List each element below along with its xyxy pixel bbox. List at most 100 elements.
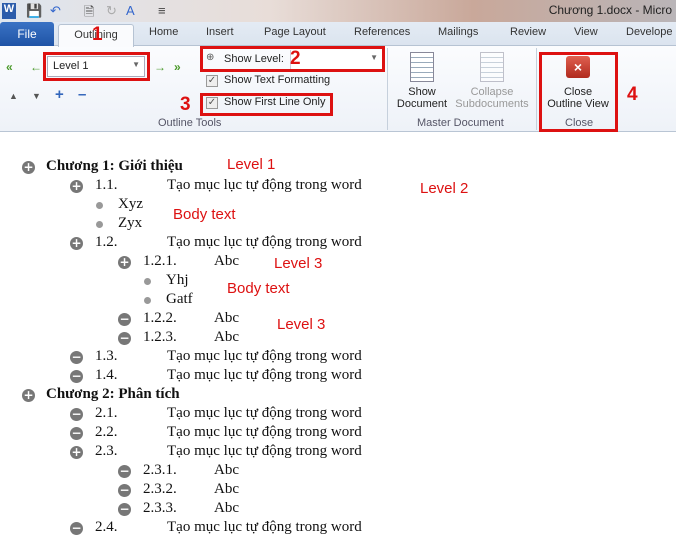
heading-text: Abc bbox=[214, 500, 239, 516]
heading-text: Chương 1: Giới thiệu bbox=[46, 158, 183, 174]
collapse-minus-icon[interactable]: − bbox=[70, 427, 83, 440]
heading-text: Tạo mục lục tự động trong word bbox=[167, 443, 362, 459]
show-document-label: Show bbox=[408, 86, 436, 98]
close-outline-view-button[interactable]: × Close Outline View bbox=[541, 56, 615, 110]
show-first-line-only-checkbox[interactable]: ✓ bbox=[206, 97, 218, 109]
collapse-minus-icon[interactable]: − bbox=[118, 465, 131, 478]
show-level-field[interactable]: ▼ bbox=[290, 50, 382, 70]
collapse-subdocuments-button[interactable]: Collapse Subdocuments bbox=[452, 52, 532, 110]
outline-tools-group-label: Outline Tools bbox=[158, 117, 222, 129]
close-label: Close bbox=[563, 86, 593, 98]
heading-item[interactable]: −1.2.2. Abc bbox=[0, 310, 676, 329]
collapse-minus-icon[interactable]: − bbox=[70, 408, 83, 421]
show-level-label: Show Level: bbox=[224, 53, 284, 65]
annotation-label: Level 3 bbox=[277, 316, 326, 333]
expand-plus-icon[interactable]: + bbox=[22, 161, 35, 174]
save-icon[interactable]: 💾 bbox=[26, 3, 42, 19]
undo-icon[interactable]: ↶ bbox=[50, 3, 61, 19]
bullet-icon[interactable] bbox=[96, 221, 103, 228]
heading-number: 1.2.3. bbox=[143, 329, 177, 345]
annotation-label: Body text bbox=[173, 206, 236, 223]
font-color-icon[interactable]: A bbox=[126, 3, 135, 19]
show-first-line-only-label: Show First Line Only bbox=[224, 96, 326, 108]
show-text-formatting-label: Show Text Formatting bbox=[224, 74, 331, 86]
collapse-minus-icon[interactable]: − bbox=[118, 313, 131, 326]
heading-item[interactable]: + Chương 1: Giới thiệu bbox=[0, 158, 676, 177]
show-document-button[interactable]: Show Document bbox=[393, 52, 451, 110]
heading-item[interactable]: −2.3.3. Abc bbox=[0, 500, 676, 519]
tab-review[interactable]: Review bbox=[510, 26, 546, 38]
heading-item[interactable]: +2.3. Tạo mục lục tự động trong word bbox=[0, 443, 676, 462]
heading-item[interactable]: −2.1. Tạo mục lục tự động trong word bbox=[0, 405, 676, 424]
bullet-icon[interactable] bbox=[144, 297, 151, 304]
heading-item[interactable]: −1.3. Tạo mục lục tự động trong word bbox=[0, 348, 676, 367]
promote-icon[interactable]: ← bbox=[30, 60, 42, 74]
tab-file[interactable]: File bbox=[0, 22, 54, 46]
tab-view[interactable]: View bbox=[574, 26, 598, 38]
new-document-icon[interactable]: 🗎 bbox=[84, 3, 94, 19]
collapse-minus-icon[interactable]: − bbox=[118, 332, 131, 345]
body-text-item[interactable]: Gatf bbox=[0, 291, 676, 310]
expand-icon[interactable]: + bbox=[55, 86, 64, 103]
body-text-item[interactable]: Zyx bbox=[0, 215, 676, 234]
tab-page-layout[interactable]: Page Layout bbox=[264, 26, 326, 38]
heading-item[interactable]: +1.2.1. Abc bbox=[0, 253, 676, 272]
heading-text: Tạo mục lục tự động trong word bbox=[167, 177, 362, 193]
heading-item[interactable]: −2.3.2. Abc bbox=[0, 481, 676, 500]
heading-item[interactable]: −2.4. Tạo mục lục tự động trong word bbox=[0, 519, 676, 538]
move-up-icon[interactable]: ▲ bbox=[9, 91, 18, 101]
expand-plus-icon[interactable]: + bbox=[70, 237, 83, 250]
expand-plus-icon[interactable]: + bbox=[70, 180, 83, 193]
heading-number: 2.3. bbox=[95, 443, 118, 459]
collapse-minus-icon[interactable]: − bbox=[118, 503, 131, 516]
bullet-icon[interactable] bbox=[144, 278, 151, 285]
outline-level-value: Level 1 bbox=[53, 60, 89, 72]
heading-text: Gatf bbox=[166, 291, 193, 307]
heading-item[interactable]: −1.2.3. Abc bbox=[0, 329, 676, 348]
expand-plus-icon[interactable]: + bbox=[22, 389, 35, 402]
expand-plus-icon[interactable]: + bbox=[118, 256, 131, 269]
heading-item[interactable]: +1.2. Tạo mục lục tự động trong word bbox=[0, 234, 676, 253]
move-down-icon[interactable]: ▼ bbox=[32, 91, 41, 101]
document-icon bbox=[410, 52, 434, 82]
heading-number: 2.3.3. bbox=[143, 500, 177, 516]
heading-text: Abc bbox=[214, 310, 239, 326]
callout-number-4: 4 bbox=[627, 84, 638, 105]
tab-insert[interactable]: Insert bbox=[206, 26, 234, 38]
heading-text: Tạo mục lục tự động trong word bbox=[167, 348, 362, 364]
collapse-minus-icon[interactable]: − bbox=[70, 522, 83, 535]
collapse-minus-icon[interactable]: − bbox=[118, 484, 131, 497]
expand-plus-icon[interactable]: + bbox=[70, 446, 83, 459]
bullet-icon[interactable] bbox=[96, 202, 103, 209]
promote-to-heading1-icon[interactable]: « bbox=[6, 60, 13, 74]
heading-item[interactable]: −2.3.1. Abc bbox=[0, 462, 676, 481]
show-text-formatting-checkbox[interactable]: ✓ bbox=[206, 75, 218, 87]
outline-level-select[interactable]: Level 1 ▼ bbox=[47, 56, 145, 77]
collapse-minus-icon[interactable]: − bbox=[70, 351, 83, 364]
window-title: Chương 1.docx - Micro bbox=[548, 3, 672, 17]
annotation-label: Level 2 bbox=[420, 180, 469, 197]
heading-item[interactable]: −2.2. Tạo mục lục tự động trong word bbox=[0, 424, 676, 443]
collapse-minus-icon[interactable]: − bbox=[70, 370, 83, 383]
customize-toolbar-icon[interactable]: ≡ bbox=[158, 3, 166, 19]
heading-item[interactable]: + Chương 2: Phân tích bbox=[0, 386, 676, 405]
title-bar: W 💾 ↶ 🗎 ↻ A ≡ Chương 1.docx - Micro bbox=[0, 0, 676, 22]
demote-icon[interactable]: → bbox=[154, 60, 166, 74]
tab-home[interactable]: Home bbox=[149, 26, 178, 38]
heading-item[interactable]: +1.1. Tạo mục lục tự động trong word bbox=[0, 177, 676, 196]
collapse-icon[interactable]: – bbox=[78, 86, 86, 103]
body-text-item[interactable]: Xyz bbox=[0, 196, 676, 215]
heading-text: Tạo mục lục tự động trong word bbox=[167, 405, 362, 421]
show-document-label: Document bbox=[396, 98, 448, 110]
tab-developer[interactable]: Develope bbox=[626, 26, 672, 38]
redo-icon[interactable]: ↻ bbox=[106, 3, 117, 19]
annotation-label: Level 3 bbox=[274, 255, 323, 272]
body-text-item[interactable]: Yhj bbox=[0, 272, 676, 291]
tab-mailings[interactable]: Mailings bbox=[438, 26, 478, 38]
heading-number: 1.3. bbox=[95, 348, 118, 364]
demote-to-body-text-icon[interactable]: » bbox=[174, 60, 181, 74]
heading-item[interactable]: −1.4. Tạo mục lục tự động trong word bbox=[0, 367, 676, 386]
heading-text: Abc bbox=[214, 462, 239, 478]
word-logo-icon: W bbox=[2, 3, 16, 19]
tab-references[interactable]: References bbox=[354, 26, 410, 38]
